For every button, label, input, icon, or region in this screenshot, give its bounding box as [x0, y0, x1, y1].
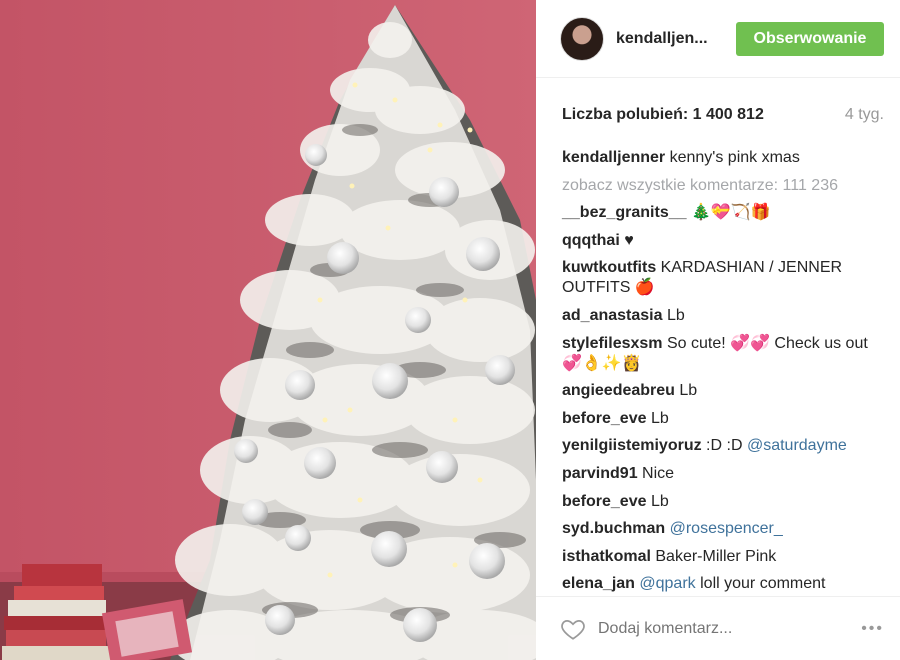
caption-text: kenny's pink xmas: [669, 149, 800, 166]
avatar[interactable]: [560, 16, 604, 61]
comment: syd.buchman @rosespencer_: [562, 519, 884, 539]
comment-username[interactable]: angieedeabreu: [562, 382, 675, 399]
comment-text: Lb: [650, 492, 669, 510]
follow-button[interactable]: Obserwowanie: [736, 21, 884, 56]
comment-text: Baker-Miller Pink: [655, 547, 777, 565]
comment-text: Nice: [642, 464, 675, 482]
comment: parvind91 Nice: [562, 464, 884, 484]
comment-mention-link[interactable]: @rosespencer_: [670, 520, 783, 537]
comment: yenilgiistemiyoruz :D :D @saturdayme: [562, 436, 884, 456]
comment-username[interactable]: parvind91: [562, 465, 638, 482]
post-photo[interactable]: [0, 0, 536, 660]
comment-text: ♥: [624, 231, 634, 249]
comment-text: :D :D: [706, 437, 743, 455]
comment: elena_jan @qpark loll your comment: [562, 574, 884, 594]
post-stats: Liczba polubień: 1 400 812 4 tyg.: [562, 106, 884, 124]
author-username[interactable]: kendalljen...: [616, 30, 736, 48]
post-time[interactable]: 4 tyg.: [845, 106, 884, 124]
christmas-tree-image: [0, 0, 536, 660]
heart-icon[interactable]: [560, 616, 586, 642]
comment: before_eve Lb: [562, 409, 884, 429]
comment: angieedeabreu Lb: [562, 381, 884, 401]
comment-text: Lb: [679, 382, 698, 400]
comment-username[interactable]: ad_anastasia: [562, 307, 663, 324]
comment: before_eve Lb: [562, 492, 884, 512]
comment-text: loll your comment: [700, 575, 826, 593]
more-icon[interactable]: •••: [861, 620, 884, 638]
comment-username[interactable]: yenilgiistemiyoruz: [562, 437, 702, 454]
post-view: kendalljen... Obserwowanie Liczba polubi…: [0, 0, 900, 660]
comment: isthatkomal Baker-Miller Pink: [562, 547, 884, 567]
post-header: kendalljen... Obserwowanie: [536, 0, 900, 78]
comment: qqqthai ♥: [562, 231, 884, 251]
comment-username[interactable]: syd.buchman: [562, 520, 665, 537]
comment-text: Lb: [666, 306, 685, 324]
comment-username[interactable]: kuwtkoutfits: [562, 259, 656, 276]
comment-username[interactable]: before_eve: [562, 493, 647, 510]
likes-count[interactable]: Liczba polubień: 1 400 812: [562, 106, 764, 124]
add-comment-input[interactable]: [598, 619, 862, 638]
comment-mention-link[interactable]: @qpark: [639, 575, 695, 592]
comment-username[interactable]: elena_jan: [562, 575, 635, 592]
comment-username[interactable]: isthatkomal: [562, 548, 651, 565]
caption: kendalljenner kenny's pink xmas: [562, 148, 884, 168]
comment-bar: •••: [536, 596, 900, 660]
comment-text: Lb: [650, 409, 669, 427]
comment: ad_anastasia Lb: [562, 306, 884, 326]
comment-username[interactable]: qqqthai: [562, 232, 620, 249]
comment-username[interactable]: before_eve: [562, 410, 647, 427]
caption-username[interactable]: kendalljenner: [562, 149, 665, 166]
comment-username[interactable]: stylefilesxsm: [562, 335, 663, 352]
comment: stylefilesxsm So cute! 💞💞 Check us out 💞…: [562, 334, 884, 374]
post-details-panel: kendalljen... Obserwowanie Liczba polubi…: [536, 0, 900, 660]
view-all-comments-link[interactable]: zobacz wszystkie komentarze: 111 236: [562, 176, 884, 196]
comments-list: kendalljenner kenny's pink xmas zobacz w…: [562, 148, 884, 602]
comment: kuwtkoutfits KARDASHIAN / JENNER OUTFITS…: [562, 258, 884, 298]
comment-username[interactable]: __bez_granits__: [562, 204, 687, 221]
comment-text: 🎄💝🏹🎁: [690, 204, 771, 222]
comment-mention-link[interactable]: @saturdayme: [747, 437, 847, 454]
comment: __bez_granits__ 🎄💝🏹🎁: [562, 203, 884, 223]
